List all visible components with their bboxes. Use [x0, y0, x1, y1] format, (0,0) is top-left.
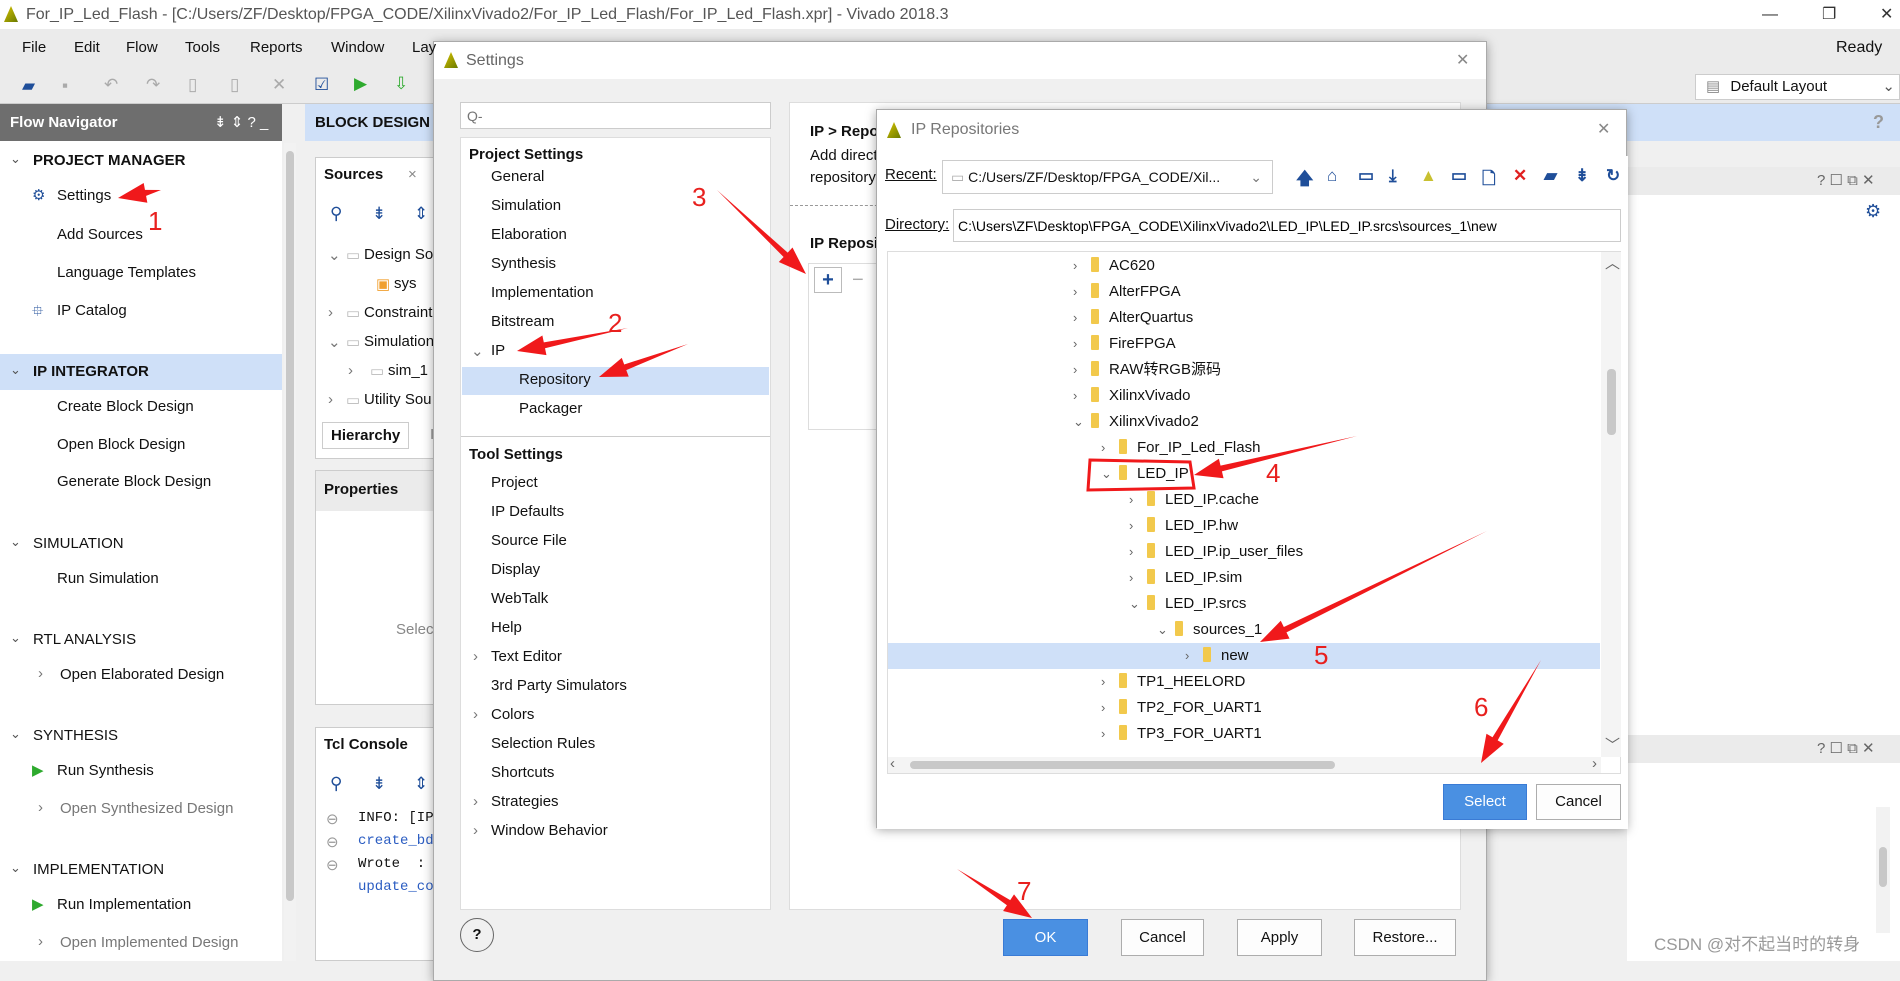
- annotation-layer: [118, 183, 1541, 918]
- annotation-number: 1: [148, 206, 163, 236]
- annotation-number: 2: [608, 308, 623, 338]
- annotation-number: 6: [1474, 692, 1489, 722]
- annotation-number: 3: [692, 182, 707, 212]
- menu-window[interactable]: Window: [331, 39, 384, 56]
- annotation-arrow: [717, 190, 806, 274]
- menu-tools[interactable]: Tools: [185, 39, 220, 56]
- annotation-arrow: [599, 344, 688, 377]
- menu-reports[interactable]: Reports: [250, 39, 303, 56]
- annotation-number: 4: [1266, 458, 1281, 488]
- annotation-number: 5: [1314, 640, 1329, 670]
- menu-edit[interactable]: Edit: [74, 39, 100, 56]
- annotation-circle: [1086, 458, 1196, 492]
- watermark: CSDN @对不起当时的转身: [1654, 935, 1861, 954]
- menu-file[interactable]: File: [22, 39, 46, 56]
- annotation-arrow: [118, 183, 161, 203]
- annotation-arrow: [1481, 660, 1541, 763]
- annotation-arrow: [1260, 531, 1487, 642]
- menu-lay[interactable]: Lay: [412, 39, 436, 56]
- menu-flow[interactable]: Flow: [126, 39, 158, 56]
- annotation-number: 7: [1017, 876, 1032, 906]
